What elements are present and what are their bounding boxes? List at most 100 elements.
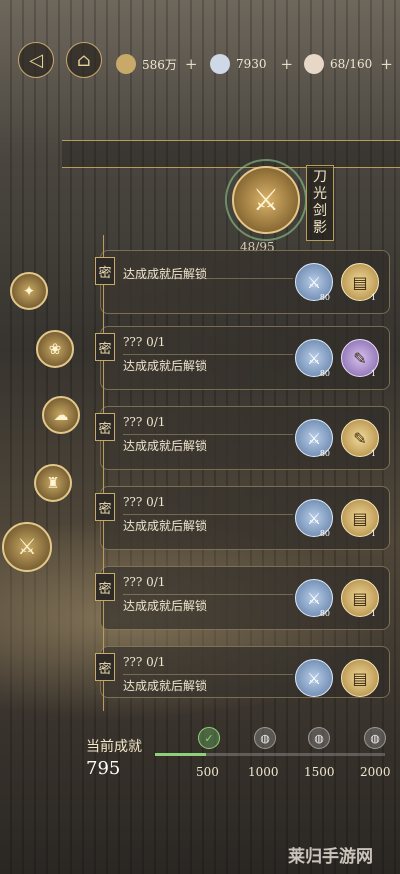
reward-count: 1 [370, 529, 376, 538]
reward-item[interactable]: ⚔ 80 [295, 499, 333, 538]
unlock-hint: 达成成就后解锁 [123, 519, 208, 533]
stamina-plus-button[interactable]: + [380, 55, 393, 73]
secret-seal: 密 [95, 333, 115, 361]
stamina-icon [304, 54, 324, 74]
reward-item[interactable]: ⚔ [295, 659, 333, 697]
swords-icon: ⚔ [252, 182, 280, 218]
medal-title: 刀光剑影 [306, 165, 334, 241]
coin-value: 586万 [142, 57, 177, 72]
reward-count: 1 [370, 449, 376, 458]
pearl-value: 7930 [236, 57, 267, 71]
scroll-icon: ▤ [352, 588, 368, 608]
milestone-reward-500[interactable]: ✓ [198, 727, 220, 749]
back-arrow-icon: ◁ [29, 49, 43, 71]
category-node-active[interactable]: ⚔ [2, 522, 52, 572]
flower-icon: ❀ [48, 340, 62, 358]
current-achievement-value: 795 [86, 758, 121, 779]
achievement-row-3[interactable]: 密 ??? 0/1 达成成就后解锁 ⚔ 80 ✎ 1 [95, 391, 390, 471]
divider [123, 594, 293, 595]
reward-count: 1 [370, 369, 376, 378]
coin-plus-button[interactable]: + [185, 55, 198, 73]
milestone-track-fill [155, 753, 206, 756]
check-icon: ✓ [204, 731, 214, 745]
achievement-row-1[interactable]: 密 达成成就后解锁 ⚔ 80 ▤ 1 [95, 235, 390, 315]
back-button[interactable]: ◁ [18, 42, 54, 78]
reward-item[interactable]: ▤ 1 [341, 499, 379, 538]
achievement-name: ??? 0/1 [123, 495, 166, 509]
achievement-row-4[interactable]: 密 ??? 0/1 达成成就后解锁 ⚔ 80 ▤ 1 [95, 471, 390, 551]
brush-icon: ✎ [353, 428, 367, 448]
pearl-plus-button[interactable]: + [281, 55, 294, 73]
reward-count: 80 [319, 609, 330, 618]
current-achievement-label: 当前成就 [86, 739, 142, 755]
scroll-icon: ▤ [352, 668, 368, 688]
milestone-label: 1500 [304, 765, 335, 779]
medal-icon[interactable]: ⚔ [232, 166, 300, 234]
milestone-reward-2000[interactable]: ◍ [364, 727, 386, 749]
divider [123, 354, 293, 355]
category-node-1[interactable]: ✦ [10, 272, 48, 310]
reward-count: 80 [319, 449, 330, 458]
sword-token-icon: ⚔ [306, 348, 322, 368]
milestone-reward-1500[interactable]: ◍ [308, 727, 330, 749]
reward-item[interactable]: ⚔ 80 [295, 579, 333, 618]
achievement-name: ??? 0/1 [123, 575, 166, 589]
pouch-icon: ◍ [314, 731, 324, 745]
achievement-row-5[interactable]: 密 ??? 0/1 达成成就后解锁 ⚔ 80 ▤ 1 [95, 551, 390, 631]
scroll-icon: ▤ [352, 508, 368, 528]
cloud-icon: ☁ [53, 406, 69, 424]
current-achievement: 当前成就 795 [86, 736, 156, 782]
category-node-2[interactable]: ❀ [36, 330, 74, 368]
achievement-name: ??? 0/1 [123, 415, 166, 429]
secret-seal: 密 [95, 573, 115, 601]
secret-seal: 密 [95, 493, 115, 521]
reward-count: 80 [319, 293, 330, 302]
brush-icon: ✎ [353, 348, 367, 368]
reward-count: 1 [370, 293, 376, 302]
unlock-hint: 达成成就后解锁 [123, 679, 208, 693]
milestone-reward-1000[interactable]: ◍ [254, 727, 276, 749]
milestone-label: 500 [196, 765, 219, 779]
pouch-icon: ◍ [370, 731, 380, 745]
achievement-row-6[interactable]: 密 ??? 0/1 达成成就后解锁 ⚔ ▤ [95, 631, 390, 711]
cup-icon: ♜ [46, 474, 60, 492]
reward-item[interactable]: ▤ 1 [341, 579, 379, 618]
bird-icon: ✦ [22, 282, 36, 300]
unlock-hint: 达成成就后解锁 [123, 599, 208, 613]
resource-stamina: 68/160 + [304, 52, 393, 76]
reward-item[interactable]: ⚔ 80 [295, 419, 333, 458]
category-node-3[interactable]: ☁ [42, 396, 80, 434]
achievement-name: ??? 0/1 [123, 335, 166, 349]
reward-item[interactable]: ✎ 1 [341, 339, 379, 378]
scroll-rod [62, 140, 400, 168]
resource-coin: 586万 + [116, 52, 197, 76]
reward-item[interactable]: ⚔ 80 [295, 339, 333, 378]
secret-seal: 密 [95, 257, 115, 285]
milestone-label: 2000 [360, 765, 391, 779]
watermark: 莱归手游网 [288, 847, 373, 867]
category-node-4[interactable]: ♜ [34, 464, 72, 502]
achievement-name: ??? 0/1 [123, 655, 166, 669]
reward-item[interactable]: ✎ 1 [341, 419, 379, 458]
reward-count: 1 [370, 609, 376, 618]
stamina-value: 68/160 [330, 57, 373, 71]
pearl-icon [210, 54, 230, 74]
reward-item[interactable]: ▤ 1 [341, 263, 379, 302]
unlock-hint: 达成成就后解锁 [123, 439, 208, 453]
reward-item[interactable]: ▤ [341, 659, 379, 697]
sword-token-icon: ⚔ [306, 588, 322, 608]
coin-icon [116, 54, 136, 74]
pavilion-icon: ⌂ [77, 49, 91, 71]
achievement-row-2[interactable]: 密 ??? 0/1 达成成就后解锁 ⚔ 80 ✎ 1 [95, 311, 390, 391]
home-button[interactable]: ⌂ [66, 42, 102, 78]
divider [123, 514, 293, 515]
divider [123, 674, 293, 675]
reward-item[interactable]: ⚔ 80 [295, 263, 333, 302]
divider [123, 434, 293, 435]
resource-pearl: 7930 + [210, 52, 293, 76]
sword-token-icon: ⚔ [306, 668, 322, 688]
sword-token-icon: ⚔ [306, 508, 322, 528]
pouch-icon: ◍ [260, 731, 270, 745]
secret-seal: 密 [95, 413, 115, 441]
reward-count: 80 [319, 529, 330, 538]
